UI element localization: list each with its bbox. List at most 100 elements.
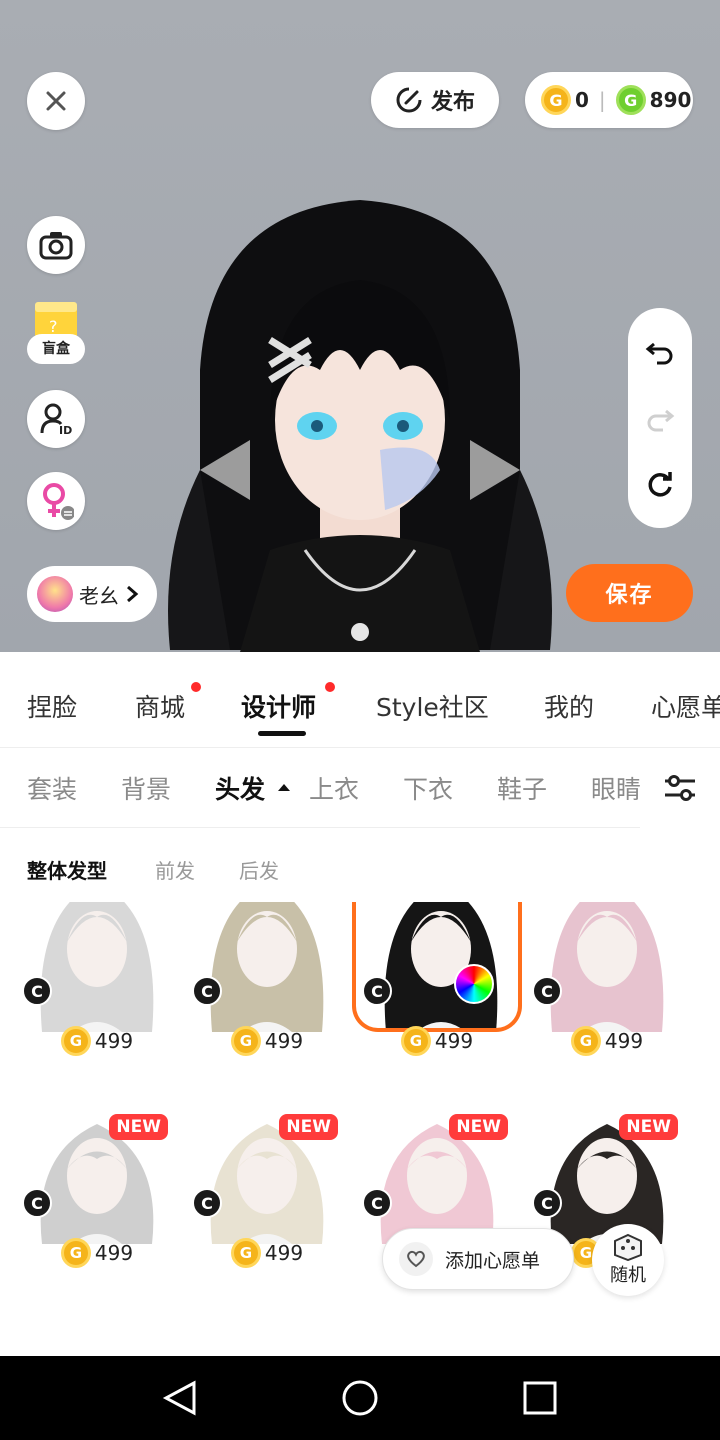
tab-wishlist[interactable]: 心愿单: [651, 688, 720, 724]
blind-box-button[interactable]: ? 盲盒: [27, 298, 85, 366]
camera-icon: [39, 232, 73, 260]
tab-mine[interactable]: 我的: [544, 688, 594, 724]
color-wheel-icon[interactable]: [454, 964, 494, 1004]
blind-box-label: 盲盒: [27, 334, 85, 364]
creator-badge-icon: C: [532, 976, 562, 1006]
gold-amount: 0: [575, 88, 589, 112]
segment-front-hair[interactable]: 前发: [155, 855, 195, 884]
new-badge: NEW: [449, 1114, 508, 1140]
random-button[interactable]: 随机: [592, 1224, 664, 1296]
price-value: 499: [94, 1241, 134, 1265]
creator-badge-icon: C: [362, 976, 392, 1006]
designer-notification-dot: [325, 682, 335, 692]
hair-thumbnail: [182, 902, 352, 1032]
hairstyle-image: [40, 902, 154, 1032]
hair-item-card[interactable]: C G 499: [522, 902, 692, 1092]
female-gender-icon: [43, 483, 74, 520]
creator-badge-icon: C: [192, 976, 222, 1006]
add-wishlist-button[interactable]: 添加心愿单: [382, 1228, 574, 1290]
dice-icon: [614, 1233, 642, 1261]
save-button[interactable]: 保存: [566, 564, 693, 622]
tab-style-community[interactable]: Style社区: [376, 688, 489, 724]
item-price: G499: [12, 1026, 182, 1056]
price-value: 499: [264, 1241, 304, 1265]
undo-icon[interactable]: [645, 336, 675, 366]
hair-thumbnail: [12, 902, 182, 1032]
filter-button[interactable]: [640, 748, 720, 828]
gold-coin-icon: G: [400, 1026, 431, 1056]
close-icon: [46, 91, 66, 111]
gender-switch-button[interactable]: [27, 472, 85, 530]
price-value: 499: [604, 1029, 644, 1053]
hairstyle-image: [550, 902, 664, 1032]
gold-coin-icon: G: [60, 1026, 91, 1056]
hair-item-card[interactable]: C NEW G499: [182, 1114, 352, 1304]
redo-icon[interactable]: [645, 403, 675, 433]
hair-item-card[interactable]: C G 499: [182, 902, 352, 1092]
item-price: G499: [182, 1026, 352, 1056]
gold-coin-icon: G: [60, 1238, 91, 1268]
segment-whole-hairstyle[interactable]: 整体发型: [27, 855, 107, 884]
back-nav-icon[interactable]: [162, 1380, 198, 1416]
recents-nav-icon[interactable]: [522, 1380, 558, 1416]
profile-chip[interactable]: 老幺: [27, 566, 157, 622]
active-tab-indicator: [258, 731, 306, 736]
gold-coin-icon: G: [570, 1026, 601, 1056]
hairstyle-image: [210, 902, 324, 1032]
category-top[interactable]: 上衣: [309, 770, 359, 806]
creator-badge-icon: C: [192, 1188, 222, 1218]
new-badge: NEW: [279, 1114, 338, 1140]
new-badge: NEW: [619, 1114, 678, 1140]
wallet-balance[interactable]: G 0 | G 890: [525, 72, 693, 128]
heart-icon-wrap: [399, 1242, 433, 1276]
category-shoes[interactable]: 鞋子: [497, 770, 547, 806]
home-nav-icon[interactable]: [342, 1380, 378, 1416]
camera-button[interactable]: [27, 216, 85, 274]
publish-icon: [396, 87, 422, 113]
new-badge: NEW: [109, 1114, 168, 1140]
green-coin-icon: G: [615, 85, 646, 115]
main-tabs: 捏脸 商城 设计师 Style社区 我的 心愿单: [0, 652, 720, 748]
gold-coin-icon: G: [230, 1026, 261, 1056]
gold-coin-icon: G: [541, 85, 571, 115]
price-value: 499: [94, 1029, 134, 1053]
segment-back-hair[interactable]: 后发: [239, 855, 279, 884]
chevron-right-icon: [127, 585, 139, 603]
hair-thumbnail: [522, 902, 692, 1032]
hair-item-card[interactable]: C G 499: [12, 902, 182, 1092]
category-outfit[interactable]: 套装: [27, 770, 77, 806]
avatar-stage[interactable]: 发布 G 0 | G 890 ? 盲盒 ID 老幺 保存: [0, 0, 720, 652]
heart-icon: [407, 1250, 425, 1268]
wallet-divider: |: [598, 88, 606, 112]
category-eyes[interactable]: 眼睛: [591, 770, 641, 806]
user-id-icon: ID: [40, 403, 72, 436]
publish-label: 发布: [430, 90, 475, 115]
category-hair[interactable]: 头发: [215, 770, 265, 806]
nickname: 老幺: [79, 583, 119, 608]
creator-badge-icon: C: [362, 1188, 392, 1218]
svg-text:ID: ID: [59, 424, 72, 436]
avatar-id-button[interactable]: ID: [27, 390, 85, 448]
reset-icon[interactable]: [645, 470, 675, 500]
hair-item-card[interactable]: C G 499: [352, 902, 522, 1092]
price-value: 499: [434, 1029, 474, 1053]
green-amount: 890: [649, 88, 692, 112]
category-bottom[interactable]: 下衣: [403, 770, 453, 806]
item-price: G499: [522, 1026, 692, 1056]
caret-up-icon: [278, 784, 290, 791]
category-tabs: 套装 背景 头发 上衣 下衣 鞋子 眼睛: [0, 748, 720, 828]
creator-badge-icon: C: [22, 1188, 52, 1218]
tab-face[interactable]: 捏脸: [27, 688, 77, 724]
tab-shop[interactable]: 商城: [135, 688, 185, 724]
sliders-icon: [665, 775, 695, 801]
hair-thumbnail: [352, 902, 522, 1032]
close-button[interactable]: [27, 72, 85, 130]
hair-item-card[interactable]: C NEW G499: [12, 1114, 182, 1304]
category-background[interactable]: 背景: [121, 770, 171, 806]
random-label: 随机: [610, 1265, 646, 1286]
creator-badge-icon: C: [22, 976, 52, 1006]
system-navigation-bar: [0, 1356, 720, 1440]
hairstyle-image: [384, 902, 498, 1028]
publish-button[interactable]: 发布: [371, 72, 499, 128]
tab-designer[interactable]: 设计师: [241, 688, 316, 724]
